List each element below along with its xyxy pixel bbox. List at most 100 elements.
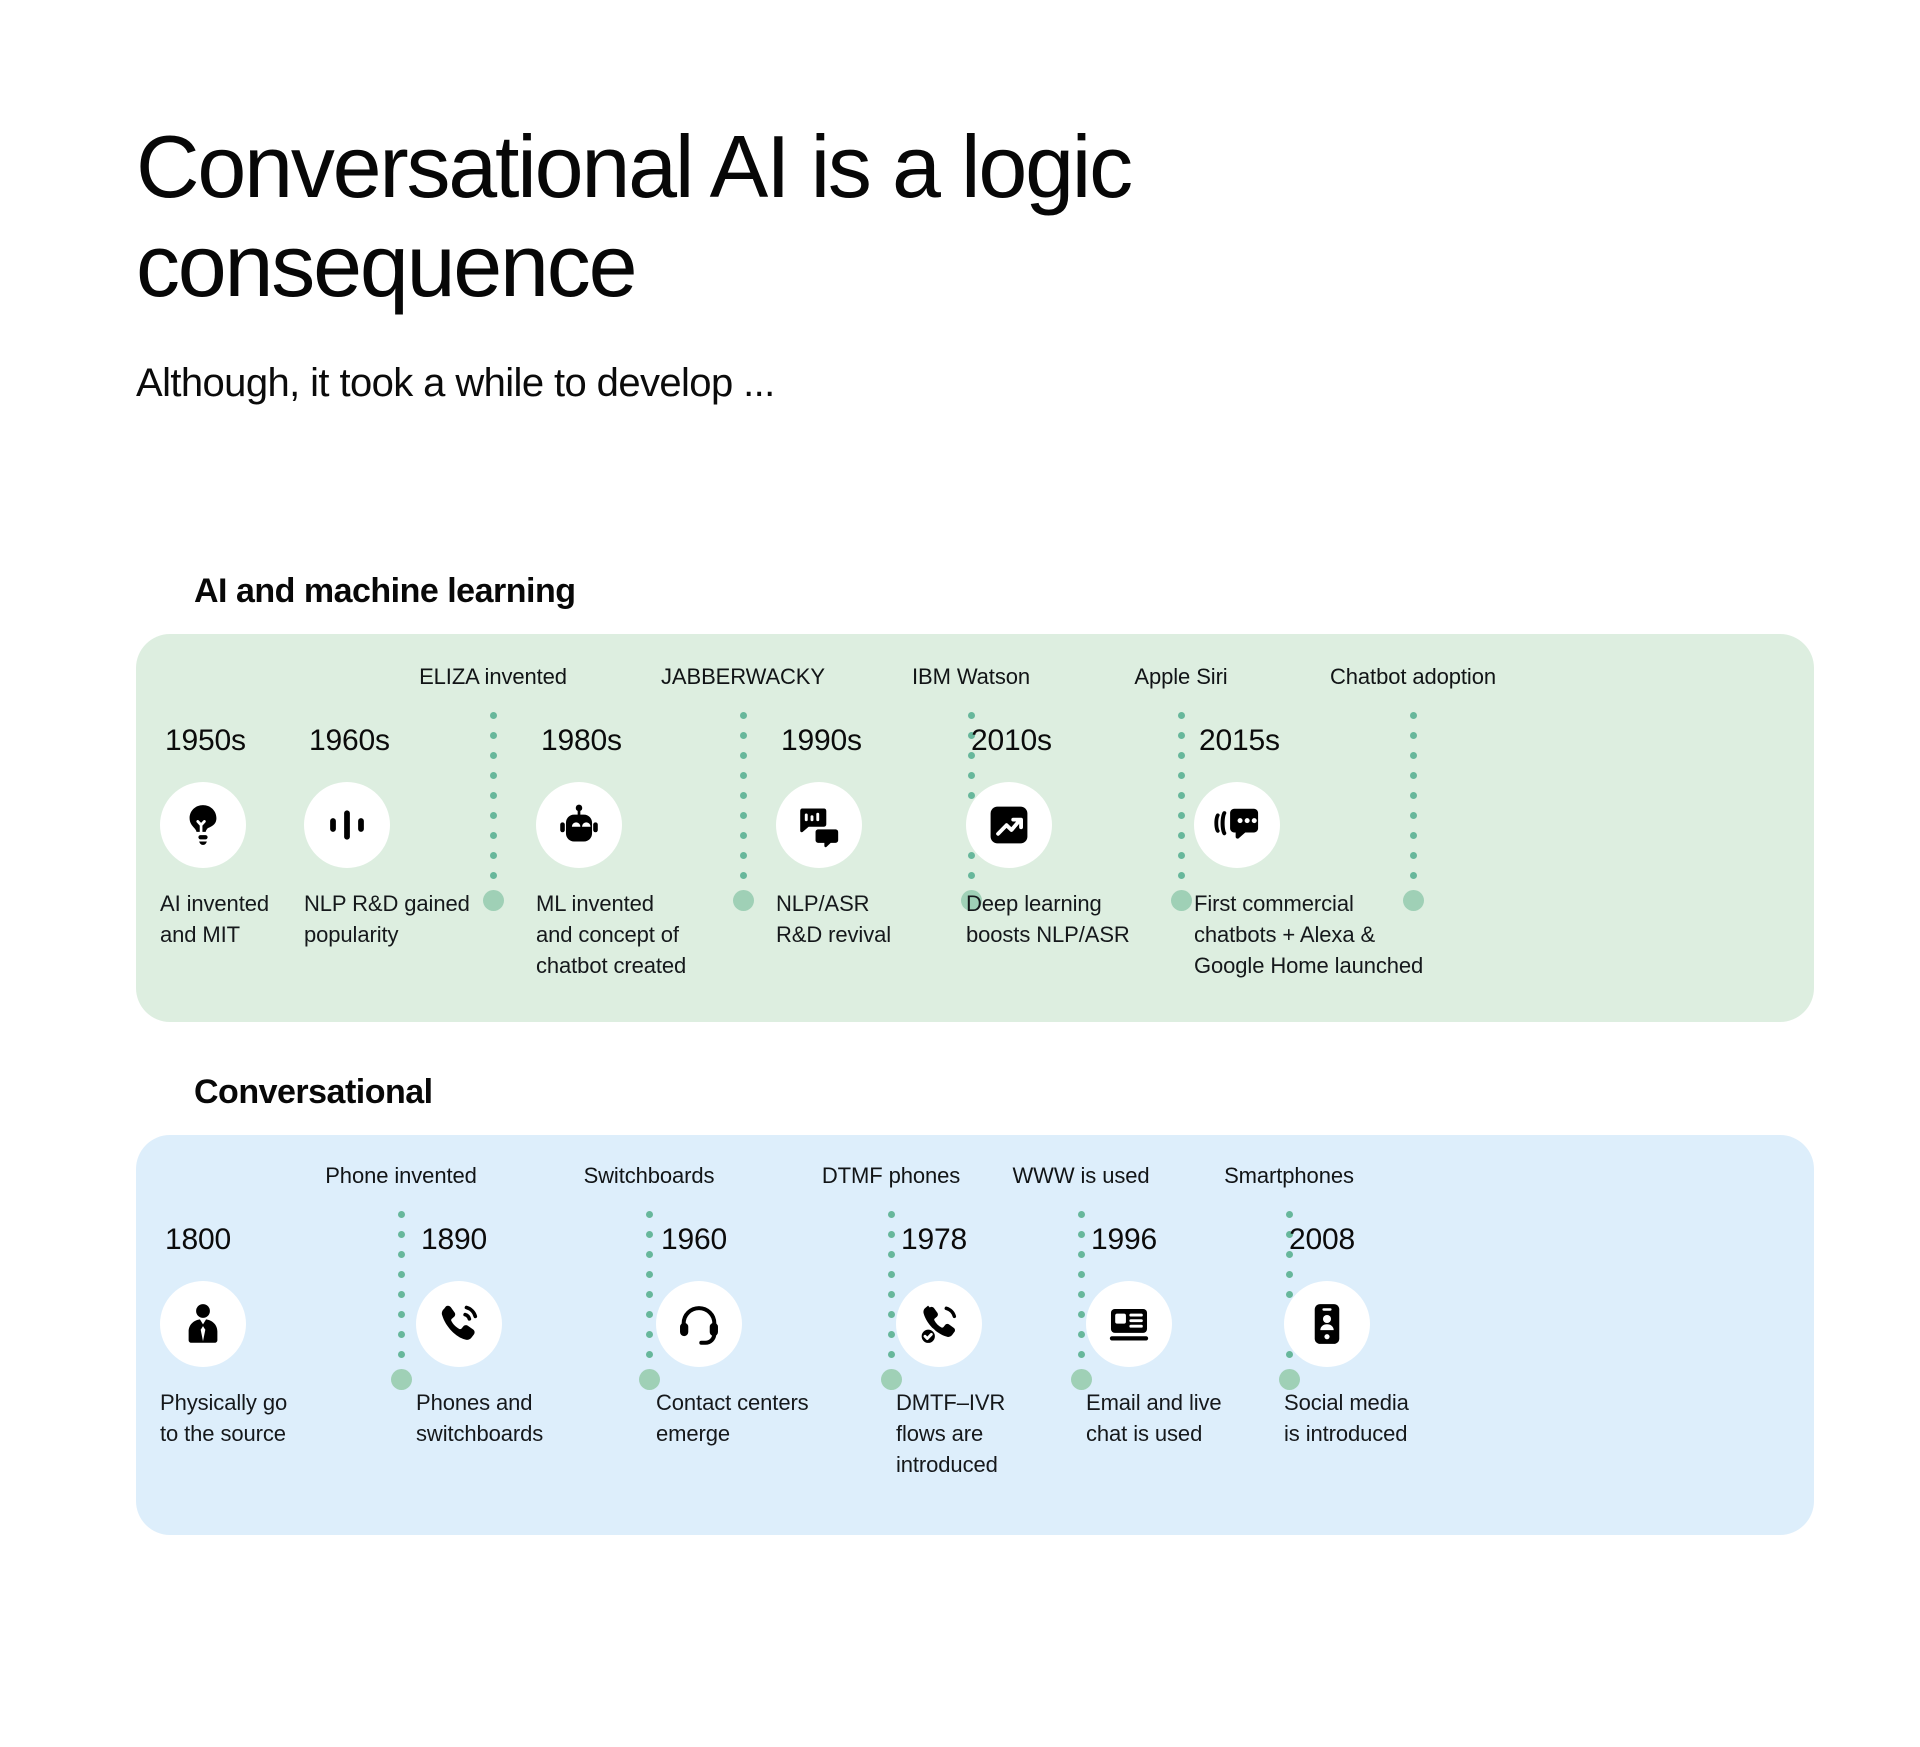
dotted-connector bbox=[1176, 712, 1186, 879]
voice-waveform-icon bbox=[324, 802, 370, 848]
event-description: ML invented and concept of chatbot creat… bbox=[536, 891, 687, 979]
event-year: 1990s bbox=[781, 724, 862, 757]
section-conversational: Conversational Phone invented Switchboard… bbox=[136, 1073, 1814, 1535]
marker-label: Apple Siri bbox=[1134, 664, 1228, 689]
event-description: Email and live chat is used bbox=[1086, 1390, 1222, 1447]
connector-dot bbox=[967, 712, 975, 719]
headset-icon bbox=[676, 1301, 722, 1347]
event-year: 1996 bbox=[1091, 1223, 1157, 1256]
event-icon-circle bbox=[160, 1281, 246, 1367]
event-description: DMTF–IVR flows are introduced bbox=[896, 1390, 1006, 1478]
event-icon-circle bbox=[776, 782, 862, 868]
connector-dot bbox=[887, 1291, 895, 1298]
event-icon-circle bbox=[1284, 1281, 1370, 1367]
connector-dot bbox=[645, 1231, 653, 1238]
connector-dot bbox=[645, 1251, 653, 1258]
connector-dot bbox=[1077, 1211, 1085, 1218]
email-card-icon bbox=[1106, 1301, 1152, 1347]
event-description: First commercial chatbots + Alexa & Goog… bbox=[1194, 891, 1424, 979]
phone-ringing-icon bbox=[436, 1301, 482, 1347]
timeline-event: 1800 Physically go to the source bbox=[160, 1223, 360, 1449]
section-heading: Conversational bbox=[194, 1073, 433, 1111]
event-icon-circle bbox=[896, 1281, 982, 1367]
connector-dot bbox=[1177, 832, 1185, 839]
connector-dot bbox=[397, 1311, 405, 1318]
chat-bubbles-icon bbox=[796, 802, 842, 848]
event-year: 2015s bbox=[1199, 724, 1280, 757]
event-description: Social media is introduced bbox=[1284, 1390, 1409, 1447]
event-icon-circle bbox=[536, 782, 622, 868]
event-year: 1890 bbox=[421, 1223, 487, 1256]
event-icon-circle bbox=[966, 782, 1052, 868]
connector-dot bbox=[1177, 852, 1185, 859]
timeline-event: 1890 Phones and switchboards bbox=[416, 1223, 616, 1449]
dotted-connector bbox=[644, 1211, 654, 1358]
connector-dot bbox=[1409, 712, 1417, 719]
event-icon-circle bbox=[160, 782, 246, 868]
event-description: Physically go to the source bbox=[160, 1390, 288, 1447]
connector-dot bbox=[397, 1251, 405, 1258]
event-description: Contact centers emerge bbox=[656, 1390, 809, 1447]
event-year: 1960 bbox=[661, 1223, 727, 1256]
connector-dot bbox=[1177, 872, 1185, 879]
connector-dot bbox=[645, 1311, 653, 1318]
connector-dot bbox=[645, 1351, 653, 1358]
marker-label: WWW is used bbox=[1012, 1163, 1150, 1188]
connector-dot bbox=[397, 1231, 405, 1238]
timeline-event: 1980s ML invented and concept of chatbot … bbox=[536, 724, 746, 982]
connector-dot bbox=[1177, 772, 1185, 779]
section-heading: AI and machine learning bbox=[194, 572, 576, 610]
marker-label: Phone invented bbox=[325, 1163, 477, 1188]
connector-dot bbox=[887, 1231, 895, 1238]
connector-dot bbox=[1177, 712, 1185, 719]
timeline-event: 2010s Deep learning boosts NLP/ASR bbox=[966, 724, 1176, 950]
marker-label: IBM Watson bbox=[912, 664, 1030, 689]
connector-dot bbox=[1177, 792, 1185, 799]
connector-dot bbox=[397, 1331, 405, 1338]
person-suit-icon bbox=[180, 1301, 226, 1347]
event-description: Deep learning boosts NLP/ASR bbox=[966, 891, 1130, 948]
connector-dot bbox=[1177, 732, 1185, 739]
marker-endpoint-dot bbox=[390, 1369, 412, 1390]
marker-label: ELIZA invented bbox=[419, 664, 567, 689]
event-year: 1980s bbox=[541, 724, 622, 757]
connector-dot bbox=[887, 1351, 895, 1358]
connector-dot bbox=[645, 1271, 653, 1278]
event-description: NLP/ASR R&D revival bbox=[776, 891, 892, 948]
connector-dot bbox=[1285, 1211, 1293, 1218]
smartphone-person-icon bbox=[1304, 1301, 1350, 1347]
timeline-event: 2015s First commercial chatbots + Alexa &… bbox=[1194, 724, 1444, 982]
timeline-panel-green: ELIZA invented JABBERWACKY IBM Watson Apple… bbox=[136, 634, 1814, 1022]
event-icon-circle bbox=[1086, 1281, 1172, 1367]
event-icon-circle bbox=[416, 1281, 502, 1367]
section-ai-and-machine-learning: AI and machine learning ELIZA invented JA… bbox=[136, 572, 1814, 1022]
timeline-event: 1960s NLP R&D gained popularity bbox=[304, 724, 514, 950]
event-year: 2010s bbox=[971, 724, 1052, 757]
timeline-event: 1960 Contact centers emerge bbox=[656, 1223, 856, 1449]
phone-check-icon bbox=[916, 1301, 962, 1347]
event-year: 1978 bbox=[901, 1223, 967, 1256]
infographic-page: Conversational AI is a logic consequence… bbox=[0, 0, 1920, 1747]
robot-icon bbox=[556, 802, 602, 848]
connector-dot bbox=[397, 1271, 405, 1278]
event-icon-circle bbox=[304, 782, 390, 868]
trending-up-icon bbox=[986, 802, 1032, 848]
marker-label: Smartphones bbox=[1224, 1163, 1354, 1188]
connector-dot bbox=[887, 1271, 895, 1278]
timeline-event: 1978 DMTF–IVR flows are introduced bbox=[896, 1223, 1096, 1481]
marker-label: JABBERWACKY bbox=[661, 664, 825, 689]
event-description: Phones and switchboards bbox=[416, 1390, 544, 1447]
connector-dot bbox=[397, 1291, 405, 1298]
event-icon-circle bbox=[1194, 782, 1280, 868]
connector-dot bbox=[887, 1331, 895, 1338]
event-year: 1800 bbox=[165, 1223, 231, 1256]
connector-dot bbox=[645, 1291, 653, 1298]
connector-dot bbox=[397, 1351, 405, 1358]
chat-dots-icon bbox=[1214, 802, 1260, 848]
marker-label: Switchboards bbox=[583, 1163, 715, 1188]
event-icon-circle bbox=[656, 1281, 742, 1367]
page-title: Conversational AI is a logic consequence bbox=[136, 117, 1133, 315]
connector-dot bbox=[1177, 812, 1185, 819]
marker-label: Chatbot adoption bbox=[1330, 664, 1496, 689]
timeline-event: 1990s NLP/ASR R&D revival bbox=[776, 724, 976, 950]
